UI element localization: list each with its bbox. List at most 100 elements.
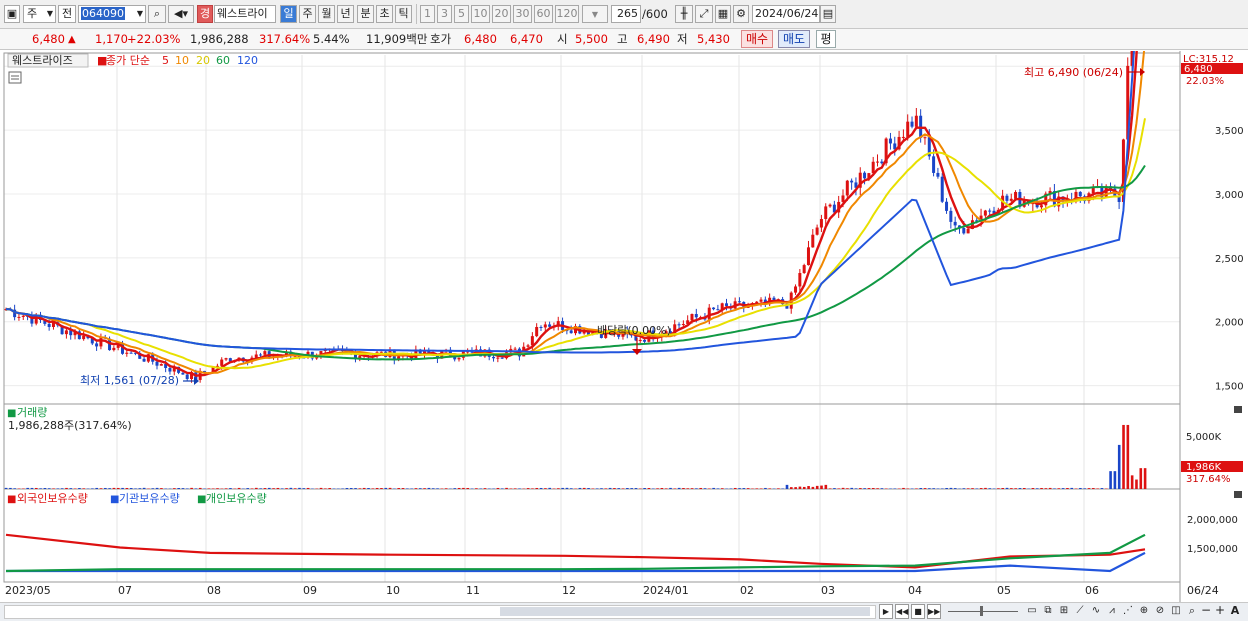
volume-bar <box>656 488 659 489</box>
zoom-out-icon[interactable]: − <box>1199 604 1213 619</box>
average-button[interactable]: 평 <box>816 30 836 48</box>
candle-body <box>949 210 953 222</box>
market-type-value: 주 <box>27 7 38 20</box>
count-input[interactable]: 265 <box>611 5 641 23</box>
holders-axis-2m: 2,000,000 <box>1187 515 1238 526</box>
search-icon[interactable]: ⌕ <box>1185 604 1199 619</box>
layout-icon[interactable]: ▭ <box>1025 604 1039 619</box>
search-icon[interactable]: ⌕ <box>148 5 166 23</box>
candle-body <box>47 323 51 327</box>
volume-bar <box>837 488 841 489</box>
volume-bar <box>863 488 866 489</box>
window-icon[interactable]: ▣ <box>4 5 20 23</box>
save-icon[interactable]: ▦ <box>715 5 731 23</box>
forward-icon[interactable]: ▶▶ <box>927 604 941 619</box>
volume-bar <box>466 487 470 489</box>
calendar-icon[interactable]: ▤ <box>820 5 836 23</box>
stop-icon[interactable]: ■ <box>911 604 925 619</box>
volume-bar <box>1092 488 1095 489</box>
volume-bar <box>427 487 431 489</box>
period-tab-minute[interactable]: 분 <box>357 5 374 23</box>
calculator-icon[interactable] <box>8 71 22 84</box>
candle-body <box>185 374 189 379</box>
candle-body <box>712 307 716 310</box>
period-tab-week[interactable]: 주 <box>299 5 316 23</box>
period-tab-tick[interactable]: 틱 <box>395 5 412 23</box>
mode-button[interactable]: 전 <box>58 5 76 23</box>
volume-bar <box>99 488 103 489</box>
market-type-select[interactable]: 주 ▼ <box>23 5 56 23</box>
chevron-down-icon: ▼ <box>591 10 599 19</box>
period-tab-day[interactable]: 일 <box>280 5 297 23</box>
interval-120[interactable]: 120 <box>555 5 579 23</box>
volume-bar <box>457 487 461 489</box>
chart-scroll-bar[interactable]: ▶ ◀◀ ■ ▶▶ ▭ ⧉ ⊞ ⟋ ∿ ⩘ ⋰ ⊕ ⊘ ◫ ⌕ − + A <box>0 602 1248 621</box>
volume-bar <box>677 487 681 489</box>
interval-60[interactable]: 60 <box>534 5 553 23</box>
zoom-slider[interactable] <box>948 611 1018 612</box>
wave2-icon[interactable]: ⩘ <box>1105 604 1119 619</box>
trend-icon[interactable]: ⟋ <box>1073 604 1087 619</box>
interval-30[interactable]: 30 <box>513 5 532 23</box>
interval-select[interactable]: ▼ <box>582 5 608 23</box>
interval-1[interactable]: 1 <box>420 5 435 23</box>
speaker-icon[interactable]: ◀▾ <box>168 5 194 23</box>
auto-scale-icon[interactable]: A <box>1228 604 1242 619</box>
code-input[interactable]: 064090 ▼ <box>78 5 146 23</box>
volume-value: 1,986,288 <box>190 32 249 46</box>
zoom-slider-handle[interactable] <box>980 606 983 616</box>
wave-icon[interactable]: ∿ <box>1089 604 1103 619</box>
volume-bar <box>142 487 146 489</box>
interval-5[interactable]: 5 <box>454 5 469 23</box>
low-label: 저 <box>677 32 688 46</box>
candle-body <box>880 161 884 164</box>
ma-period-60: 60 <box>216 54 230 67</box>
volume-bar <box>979 488 983 489</box>
candle-body <box>643 339 647 342</box>
volume-bar <box>186 488 189 489</box>
magnify-icon[interactable]: ⊕ <box>1137 604 1151 619</box>
volume-bar <box>712 487 715 489</box>
candle-type-icon[interactable]: ╫ <box>675 5 693 23</box>
buy-button[interactable]: 매수 <box>741 30 773 48</box>
high-annotation: 최고 6,490 (06/24) <box>1024 66 1123 79</box>
interval-20[interactable]: 20 <box>492 5 511 23</box>
camera-icon[interactable]: ◫ <box>1169 604 1183 619</box>
link-icon[interactable]: ⊘ <box>1153 604 1167 619</box>
volume-bar <box>306 487 310 489</box>
period-tab-month[interactable]: 월 <box>318 5 335 23</box>
candle-body <box>129 352 133 354</box>
stock-name-field[interactable]: 웨스트라이 <box>214 5 276 23</box>
interval-3[interactable]: 3 <box>437 5 452 23</box>
period-tab-year[interactable]: 년 <box>337 5 354 23</box>
volume-bar <box>746 488 750 489</box>
grid-icon[interactable]: ⊞ <box>1057 604 1071 619</box>
candle-body <box>914 115 918 127</box>
copy-icon[interactable]: ⧉ <box>1041 604 1055 619</box>
scroll-track[interactable] <box>4 605 876 619</box>
panel-close-icon[interactable] <box>1234 491 1242 498</box>
date-input[interactable]: 2024/06/24 <box>752 5 820 23</box>
volume-bar <box>151 488 155 489</box>
rewind-icon[interactable]: ◀◀ <box>895 604 909 619</box>
period-tab-second[interactable]: 초 <box>376 5 393 23</box>
sell-button[interactable]: 매도 <box>778 30 810 48</box>
scroll-thumb[interactable] <box>500 607 870 616</box>
zoom-in-icon[interactable]: + <box>1213 604 1227 619</box>
high-price: 6,490 <box>637 32 670 46</box>
interval-10[interactable]: 10 <box>471 5 490 23</box>
volume-bar <box>777 488 780 489</box>
candle-body <box>496 357 500 359</box>
change-amount: 1,170 <box>95 32 128 46</box>
volume-bar <box>60 488 64 489</box>
gear-icon[interactable]: ⚙ <box>733 5 749 23</box>
fibo-icon[interactable]: ⋰ <box>1121 604 1135 619</box>
volume-bar <box>587 488 590 489</box>
draw-tool-icon[interactable]: ⤢ <box>695 5 713 23</box>
stock-label: 웨스트라이즈 <box>12 54 73 67</box>
stock-chart[interactable]: 1,5002,0002,5003,0003,5004,0004,5005,000… <box>0 51 1248 602</box>
panel-close-icon[interactable] <box>1234 406 1242 413</box>
play-icon[interactable]: ▶ <box>879 604 893 619</box>
volume-bar <box>431 488 435 489</box>
volume-bar <box>1130 475 1134 489</box>
